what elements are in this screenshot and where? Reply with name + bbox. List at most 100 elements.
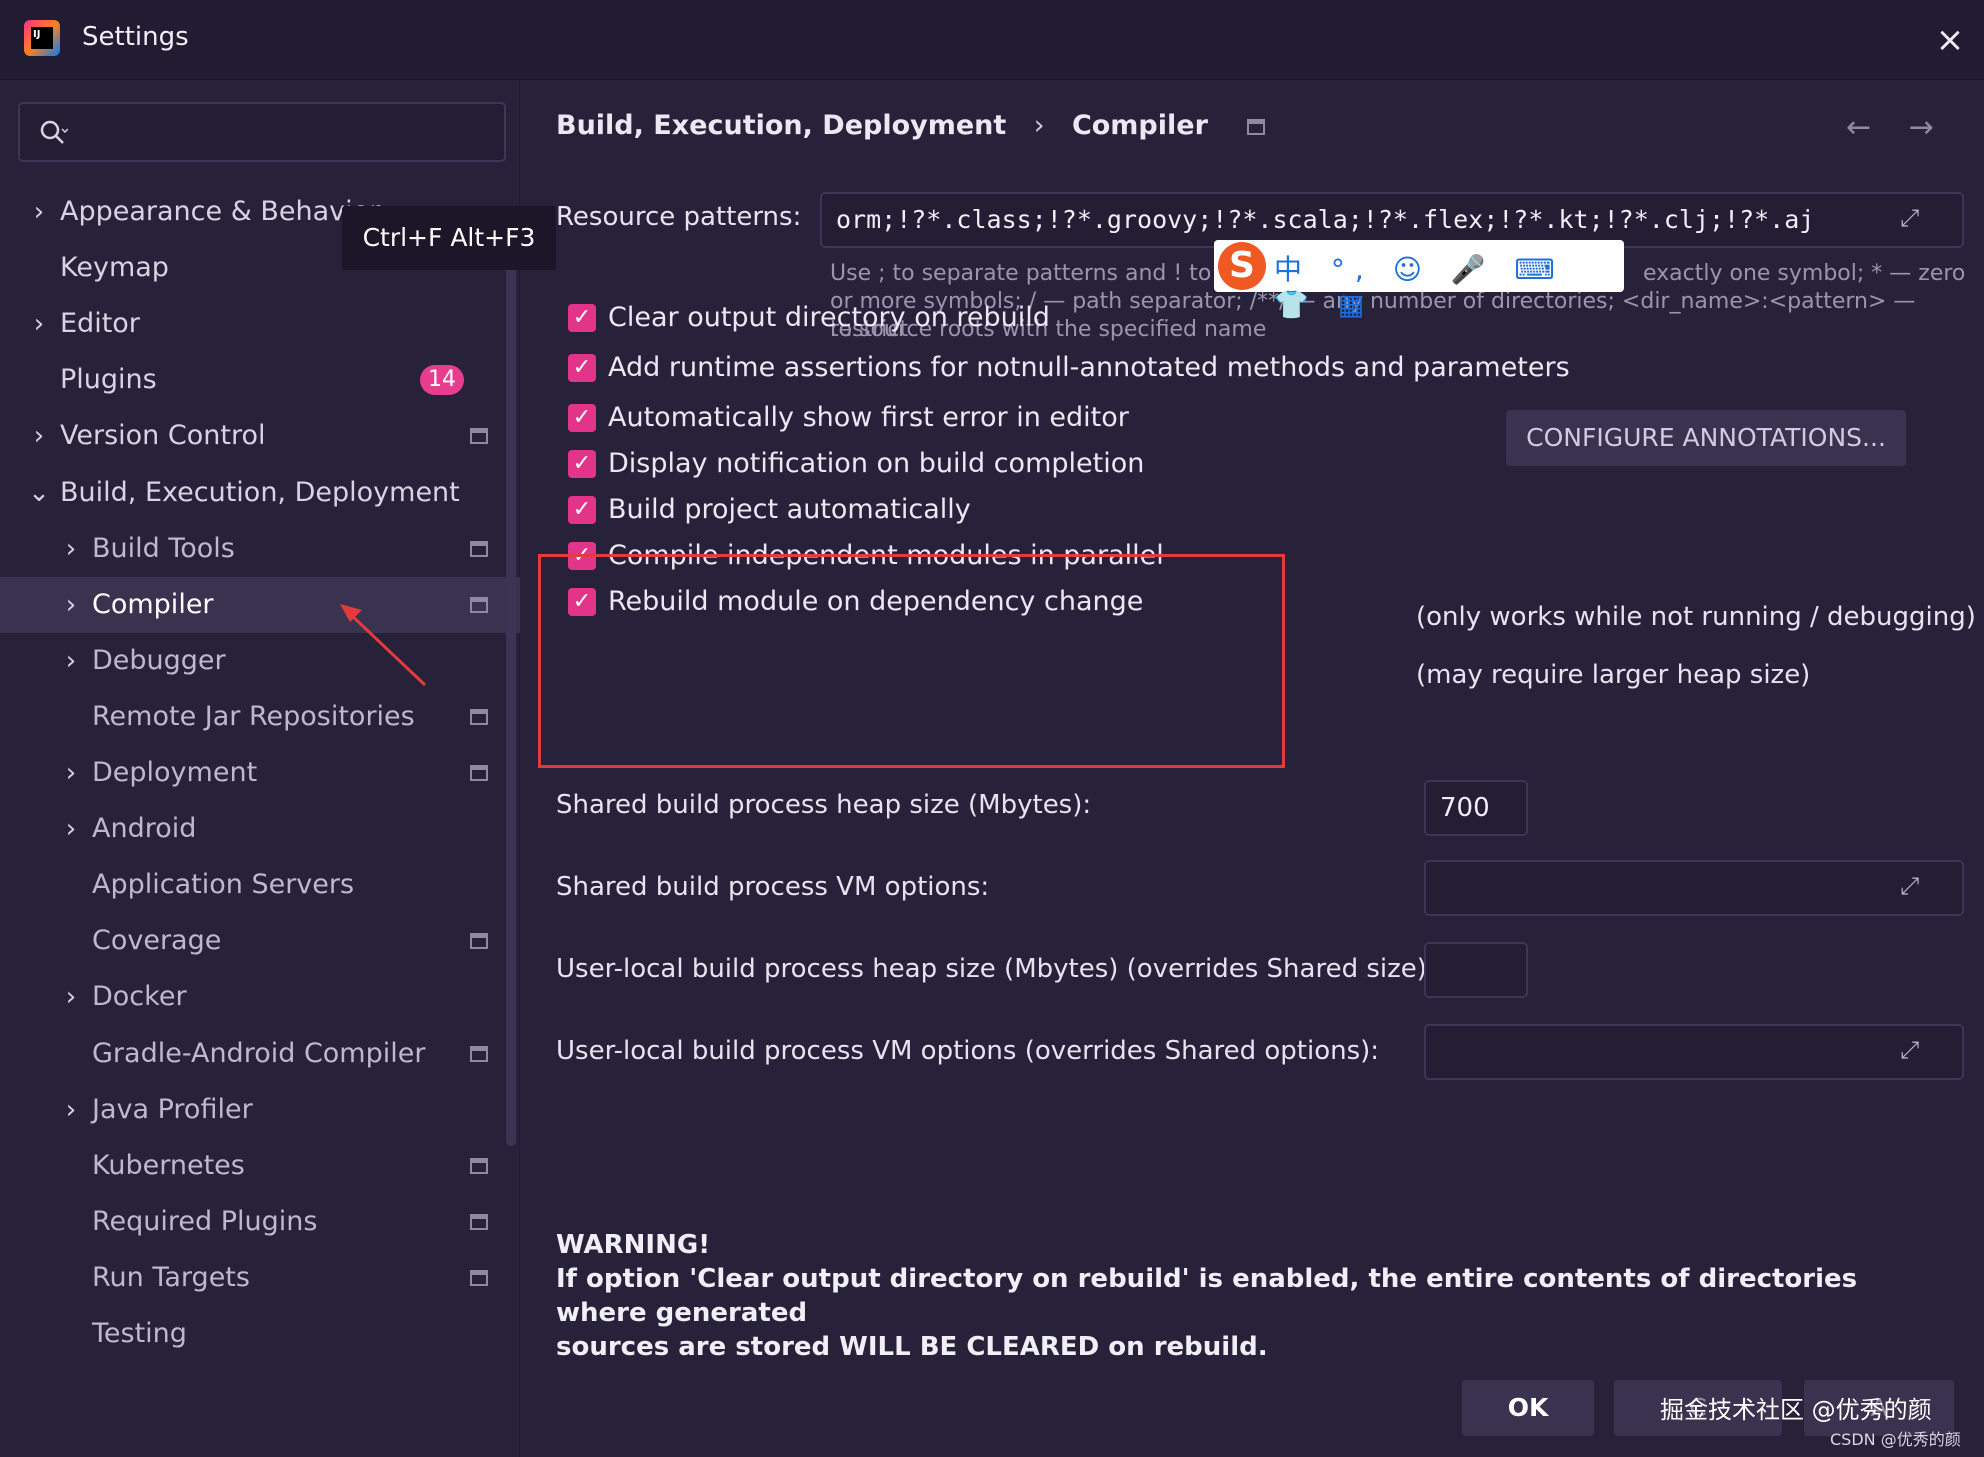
- warning-title: WARNING!: [556, 1230, 711, 1260]
- resource-patterns-label: Resource patterns:: [556, 202, 802, 232]
- shared-vm-label: Shared build process VM options:: [556, 872, 990, 902]
- configure-annotations-button[interactable]: CONFIGURE ANNOTATIONS...: [1506, 410, 1906, 466]
- checkbox-label: Clear output directory on rebuild: [608, 302, 1050, 333]
- sidebar-item-label: Android: [92, 813, 197, 845]
- sidebar-item-required-plugins[interactable]: Required Plugins: [0, 1194, 520, 1250]
- sidebar-item-debugger[interactable]: › Debugger: [0, 633, 520, 689]
- sidebar-scrollbar[interactable]: [506, 266, 516, 1146]
- sidebar-item-label: Coverage: [92, 925, 222, 957]
- checkbox[interactable]: ✓: [568, 304, 596, 332]
- resource-patterns-value: orm;!?*.class;!?*.groovy;!?*.scala;!?*.f…: [836, 205, 1815, 234]
- breadcrumb-current: Compiler: [1071, 110, 1208, 141]
- sidebar-item-docker[interactable]: › Docker: [0, 969, 520, 1025]
- chevron-right-icon[interactable]: ›: [60, 745, 82, 801]
- ime-toolbar-icons: 中 °, ☺ 🎤 ⌨ 👕 ▦: [1274, 253, 1565, 321]
- chevron-down-icon[interactable]: ⌄: [28, 465, 50, 521]
- project-scope-icon: [470, 1269, 488, 1286]
- sidebar-item-build-tools[interactable]: › Build Tools: [0, 521, 520, 577]
- forward-arrow-icon[interactable]: →: [1909, 110, 1934, 145]
- chevron-right-icon[interactable]: ›: [60, 577, 82, 633]
- expand-icon[interactable]: ⤢: [1900, 872, 1930, 902]
- chevron-right-icon[interactable]: ›: [60, 521, 82, 577]
- warning-text: WARNING! If option 'Clear output directo…: [556, 1228, 1956, 1364]
- sidebar-item-label: Editor: [60, 308, 140, 340]
- user-heap-label: User-local build process heap size (Mbyt…: [556, 954, 1436, 984]
- chevron-right-icon[interactable]: ›: [28, 184, 50, 240]
- sidebar-item-deployment[interactable]: › Deployment: [0, 745, 520, 801]
- sidebar-item-run-targets[interactable]: Run Targets: [0, 1250, 520, 1306]
- breadcrumb-separator: ›: [1033, 110, 1045, 141]
- sidebar-item-version-control[interactable]: › Version Control: [0, 408, 520, 464]
- sidebar-item-coverage[interactable]: Coverage: [0, 913, 520, 969]
- user-vm-input[interactable]: [1424, 1024, 1964, 1080]
- sidebar-item-gradle-android-compiler[interactable]: Gradle-Android Compiler: [0, 1026, 520, 1082]
- parallel-note: (may require larger heap size): [1416, 660, 1811, 690]
- sidebar-item-testing[interactable]: Testing: [0, 1306, 520, 1362]
- expand-icon[interactable]: ⤢: [1900, 204, 1930, 234]
- breadcrumb-parent[interactable]: Build, Execution, Deployment: [556, 110, 1006, 141]
- project-scope-icon: [1247, 118, 1266, 135]
- shared-vm-input[interactable]: [1424, 860, 1964, 916]
- build-auto-note: (only works while not running / debuggin…: [1416, 602, 1976, 632]
- project-scope-icon: [470, 1045, 488, 1062]
- sidebar-item-editor[interactable]: › Editor: [0, 296, 520, 352]
- sidebar-item-plugins[interactable]: Plugins 14: [0, 352, 520, 408]
- sidebar-item-java-profiler[interactable]: › Java Profiler: [0, 1082, 520, 1138]
- sidebar-item-label: Appearance & Behavior: [60, 196, 381, 227]
- sidebar-item-compiler[interactable]: › Compiler: [0, 576, 520, 633]
- chevron-right-icon[interactable]: ›: [60, 969, 82, 1025]
- checkbox[interactable]: ✓: [568, 354, 596, 382]
- project-scope-icon: [470, 708, 488, 725]
- chevron-right-icon[interactable]: ›: [60, 801, 82, 857]
- search-input[interactable]: [18, 102, 506, 162]
- warning-line-1: If option 'Clear output directory on reb…: [556, 1264, 1858, 1328]
- sidebar-item-label: Plugins: [60, 364, 157, 396]
- search-icon: [40, 120, 68, 144]
- chevron-right-icon[interactable]: ›: [28, 296, 50, 352]
- watermark-text: 掘金技术社区 @优秀的颜: [1660, 1396, 1932, 1424]
- back-arrow-icon[interactable]: ←: [1846, 110, 1871, 145]
- nav-arrows: ← →: [1846, 110, 1962, 145]
- sidebar-item-android[interactable]: › Android: [0, 801, 520, 857]
- project-scope-icon: [470, 596, 488, 613]
- sidebar-item-remote-jar-repositories[interactable]: Remote Jar Repositories: [0, 689, 520, 745]
- sidebar-item-label: Compiler: [92, 588, 214, 620]
- sidebar-item-label: Remote Jar Repositories: [92, 700, 415, 732]
- sidebar-item-application-servers[interactable]: Application Servers: [0, 857, 520, 913]
- user-heap-input[interactable]: [1424, 942, 1528, 998]
- sidebar-item-label: Keymap: [60, 252, 169, 284]
- sidebar-item-build-execution-deployment[interactable]: ⌄ Build, Execution, Deployment: [0, 465, 520, 521]
- chevron-right-icon[interactable]: ›: [28, 408, 50, 464]
- project-scope-icon: [470, 428, 488, 445]
- annotation-arrow-icon: [340, 604, 427, 687]
- sidebar-item-label: Application Servers: [92, 869, 355, 901]
- settings-sidebar: › Appearance & Behavior Keymap › Editor Plugi…: [0, 80, 520, 1457]
- sidebar-item-label: Docker: [92, 981, 187, 1013]
- sidebar-item-label: Debugger: [92, 644, 226, 676]
- sidebar-item-label: Required Plugins: [92, 1205, 318, 1237]
- project-scope-icon: [470, 1157, 488, 1174]
- shared-heap-input[interactable]: 700: [1424, 780, 1528, 836]
- checkbox[interactable]: ✓: [568, 496, 596, 524]
- checkbox[interactable]: ✓: [568, 404, 596, 432]
- sidebar-item-label: Deployment: [92, 757, 258, 788]
- plugins-update-badge: 14: [420, 365, 464, 396]
- chevron-right-icon[interactable]: ›: [60, 1082, 82, 1138]
- shared-heap-label: Shared build process heap size (Mbytes):: [556, 790, 1092, 820]
- sidebar-item-label: Version Control: [60, 420, 266, 452]
- checkbox[interactable]: ✓: [568, 450, 596, 478]
- annotation-highlight-box: [538, 554, 1285, 768]
- ime-toolbar[interactable]: S 中 °, ☺ 🎤 ⌨ 👕 ▦: [1214, 240, 1624, 321]
- close-icon[interactable]: ×: [1930, 20, 1970, 60]
- user-vm-label: User-local build process VM options (ove…: [556, 1036, 1380, 1066]
- sogou-logo-icon: S: [1218, 242, 1266, 290]
- intellij-logo-icon: IJ: [24, 20, 60, 56]
- chevron-right-icon[interactable]: ›: [60, 633, 82, 689]
- project-scope-icon: [470, 933, 488, 950]
- expand-icon[interactable]: ⤢: [1900, 1036, 1930, 1066]
- window-title: Settings: [82, 22, 189, 52]
- ok-button[interactable]: OK: [1462, 1380, 1594, 1436]
- checkbox-label: Display notification on build completion: [608, 448, 1145, 479]
- watermark-subtext: CSDN @优秀的颜: [1830, 1430, 1961, 1449]
- sidebar-item-kubernetes[interactable]: Kubernetes: [0, 1138, 520, 1194]
